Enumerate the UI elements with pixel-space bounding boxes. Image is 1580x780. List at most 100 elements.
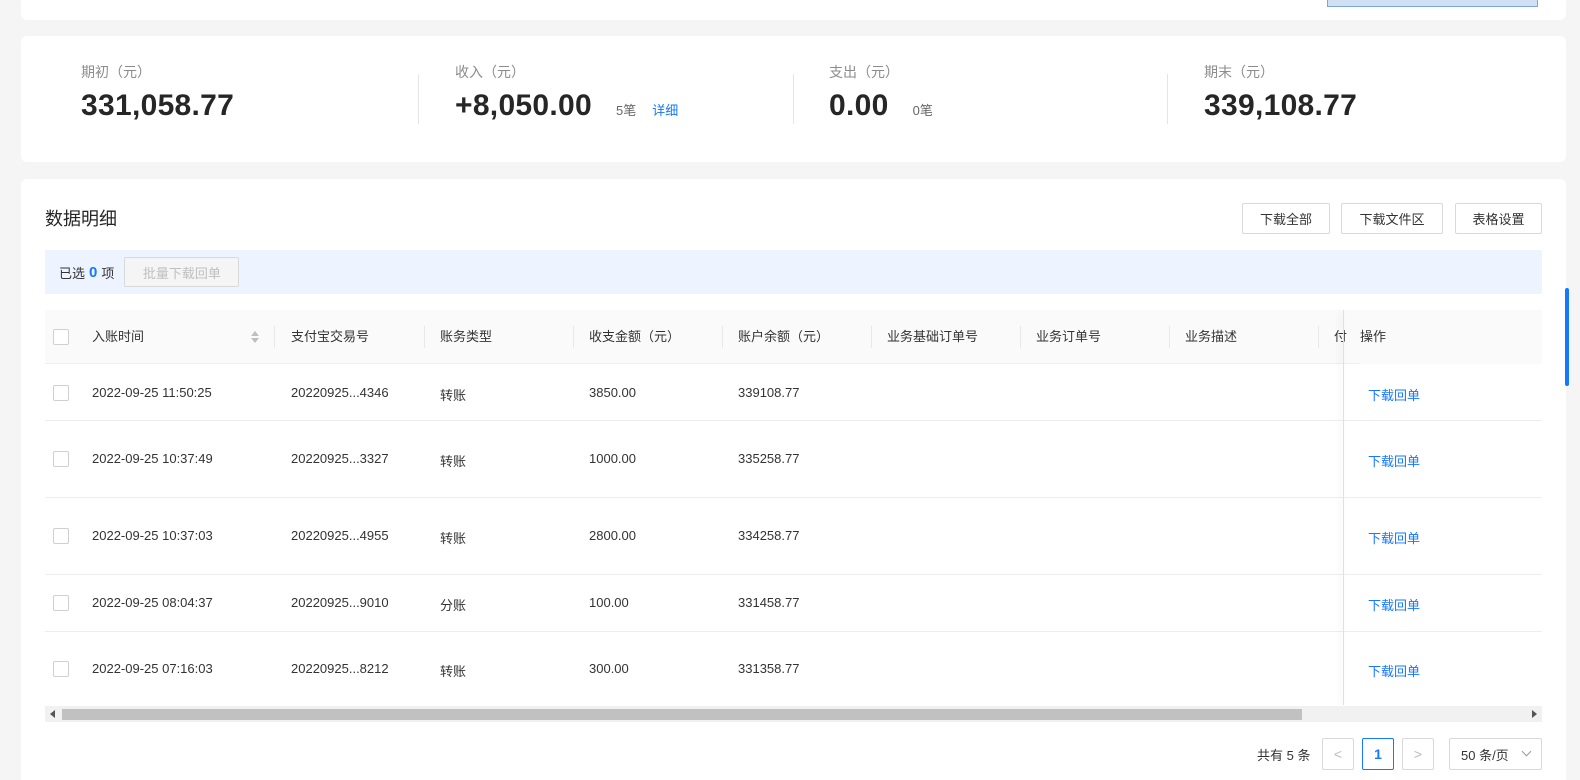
stat-income-label: 收入（元） <box>455 64 525 80</box>
column-separator <box>274 326 275 348</box>
pagination-total: 共有 5 条 <box>1257 747 1311 763</box>
table-row: 2022-09-25 10:37:03 20220925...4955 转账 2… <box>45 499 1542 575</box>
scroll-right-icon[interactable] <box>1532 710 1537 718</box>
vertical-scrollbar-thumb[interactable] <box>1565 288 1569 386</box>
cell-balance: 331458.77 <box>738 595 800 610</box>
page-size-select[interactable]: 50 条/页 <box>1449 738 1542 770</box>
prev-page-button[interactable]: < <box>1322 738 1354 770</box>
page-1-button[interactable]: 1 <box>1362 738 1394 770</box>
stat-expense-count: 0笔 <box>912 103 933 118</box>
stat-closing-label: 期末（元） <box>1204 64 1274 80</box>
cell-type: 分账 <box>440 598 467 613</box>
table-settings-button[interactable]: 表格设置 <box>1455 203 1542 234</box>
row-checkbox[interactable] <box>53 451 69 467</box>
row-checkbox[interactable] <box>53 528 69 544</box>
download-receipt-link[interactable]: 下载回单 <box>1368 595 1420 614</box>
download-receipt-link[interactable]: 下载回单 <box>1368 451 1420 470</box>
cell-time: 2022-09-25 07:16:03 <box>92 661 213 676</box>
stat-opening: 期初（元） 331,058.77 <box>81 62 234 124</box>
fixed-column-shadow <box>1343 310 1344 705</box>
stat-closing-value: 339,108.77 <box>1204 89 1358 122</box>
stat-closing: 期末（元） 339,108.77 <box>1204 62 1357 124</box>
column-separator <box>424 326 425 348</box>
cell-type: 转账 <box>440 454 467 469</box>
batch-download-button[interactable]: 批量下载回单 <box>124 257 240 287</box>
section-title: 数据明细 <box>45 209 117 229</box>
cell-balance: 334258.77 <box>738 528 800 543</box>
row-checkbox[interactable] <box>53 661 69 677</box>
col-payer: 付 <box>1334 329 1348 344</box>
table-row: 2022-09-25 10:37:49 20220925...3327 转账 1… <box>45 422 1542 498</box>
stat-expense-value: 0.00 <box>829 89 889 122</box>
income-detail-link[interactable]: 详细 <box>652 100 678 119</box>
cell-trade-no: 20220925...9010 <box>291 595 389 610</box>
download-files-button[interactable]: 下载文件区 <box>1341 203 1443 234</box>
col-description: 业务描述 <box>1185 329 1238 344</box>
row-checkbox[interactable] <box>53 595 69 611</box>
cell-time: 2022-09-25 10:37:03 <box>92 528 213 543</box>
chevron-down-icon <box>1521 746 1532 757</box>
column-separator <box>1318 326 1319 348</box>
col-base-order: 业务基础订单号 <box>887 329 979 344</box>
download-receipt-link[interactable]: 下载回单 <box>1368 385 1420 404</box>
col-trade-no: 支付宝交易号 <box>291 329 370 344</box>
window-corner-bar <box>1327 0 1538 7</box>
row-checkbox[interactable] <box>53 385 69 401</box>
cell-balance: 339108.77 <box>738 385 800 400</box>
sort-icon[interactable] <box>251 331 259 343</box>
cell-amount: 100.00 <box>589 595 629 610</box>
table-row: 2022-09-25 08:04:37 20220925...9010 分账 1… <box>45 576 1542 632</box>
download-receipt-link[interactable]: 下载回单 <box>1368 661 1420 680</box>
cell-amount: 2800.00 <box>589 528 636 543</box>
stat-expense-label: 支出（元） <box>829 64 899 80</box>
stat-opening-label: 期初（元） <box>81 64 151 80</box>
selection-suffix: 项 <box>101 265 115 281</box>
column-separator <box>722 326 723 348</box>
divider <box>418 74 419 124</box>
cell-time: 2022-09-25 11:50:25 <box>92 385 212 400</box>
cell-balance: 331358.77 <box>738 661 800 676</box>
stat-income-value: +8,050.00 <box>455 89 592 122</box>
scrollbar-thumb[interactable] <box>62 709 1302 720</box>
stat-income: 收入（元） +8,050.00 5笔 详细 <box>455 62 678 124</box>
column-separator <box>1020 326 1021 348</box>
col-order: 业务订单号 <box>1036 329 1102 344</box>
download-receipt-link[interactable]: 下载回单 <box>1368 528 1420 547</box>
horizontal-scrollbar[interactable] <box>45 706 1542 722</box>
cell-amount: 1000.00 <box>589 451 636 466</box>
column-separator <box>573 326 574 348</box>
divider <box>793 74 794 124</box>
cell-type: 转账 <box>440 531 467 546</box>
cell-amount: 3850.00 <box>589 385 636 400</box>
transactions-table: 入账时间 支付宝交易号 账务类型 收支金额（元） 账户余额（元） 业务基础订单号… <box>45 310 1542 705</box>
next-page-button[interactable]: > <box>1402 738 1434 770</box>
cell-trade-no: 20220925...4346 <box>291 385 389 400</box>
table-header: 入账时间 支付宝交易号 账务类型 收支金额（元） 账户余额（元） 业务基础订单号… <box>45 310 1542 364</box>
col-time[interactable]: 入账时间 <box>92 310 144 364</box>
cell-type: 转账 <box>440 388 467 403</box>
selection-bar: 已选 0 项 批量下载回单 <box>45 250 1542 294</box>
col-type: 账务类型 <box>440 329 493 344</box>
cell-trade-no: 20220925...8212 <box>291 661 389 676</box>
divider <box>1167 74 1168 124</box>
cell-amount: 300.00 <box>589 661 629 676</box>
scroll-left-icon[interactable] <box>50 710 55 718</box>
stat-expense: 支出（元） 0.00 0笔 <box>829 62 933 124</box>
detail-card: 数据明细 下载全部 下载文件区 表格设置 已选 0 项 批量下载回单 入账时间 … <box>21 179 1566 780</box>
summary-card: 期初（元） 331,058.77 收入（元） +8,050.00 5笔 详细 支… <box>21 36 1566 162</box>
table-row: 2022-09-25 11:50:25 20220925...4346 转账 3… <box>45 365 1542 421</box>
cell-time: 2022-09-25 10:37:49 <box>92 451 213 466</box>
cell-balance: 335258.77 <box>738 451 800 466</box>
download-all-button[interactable]: 下载全部 <box>1242 203 1330 234</box>
cell-trade-no: 20220925...3327 <box>291 451 389 466</box>
stat-opening-value: 331,058.77 <box>81 89 235 122</box>
column-separator <box>1169 326 1170 348</box>
col-action: 操作 <box>1360 310 1542 364</box>
table-row: 2022-09-25 07:16:03 20220925...8212 转账 3… <box>45 633 1542 705</box>
cell-time: 2022-09-25 08:04:37 <box>92 595 213 610</box>
cell-type: 转账 <box>440 664 467 679</box>
selection-count: 0 <box>89 263 98 281</box>
select-all-checkbox[interactable] <box>53 329 69 345</box>
col-balance: 账户余额（元） <box>738 329 830 344</box>
col-amount: 收支金额（元） <box>589 329 681 344</box>
